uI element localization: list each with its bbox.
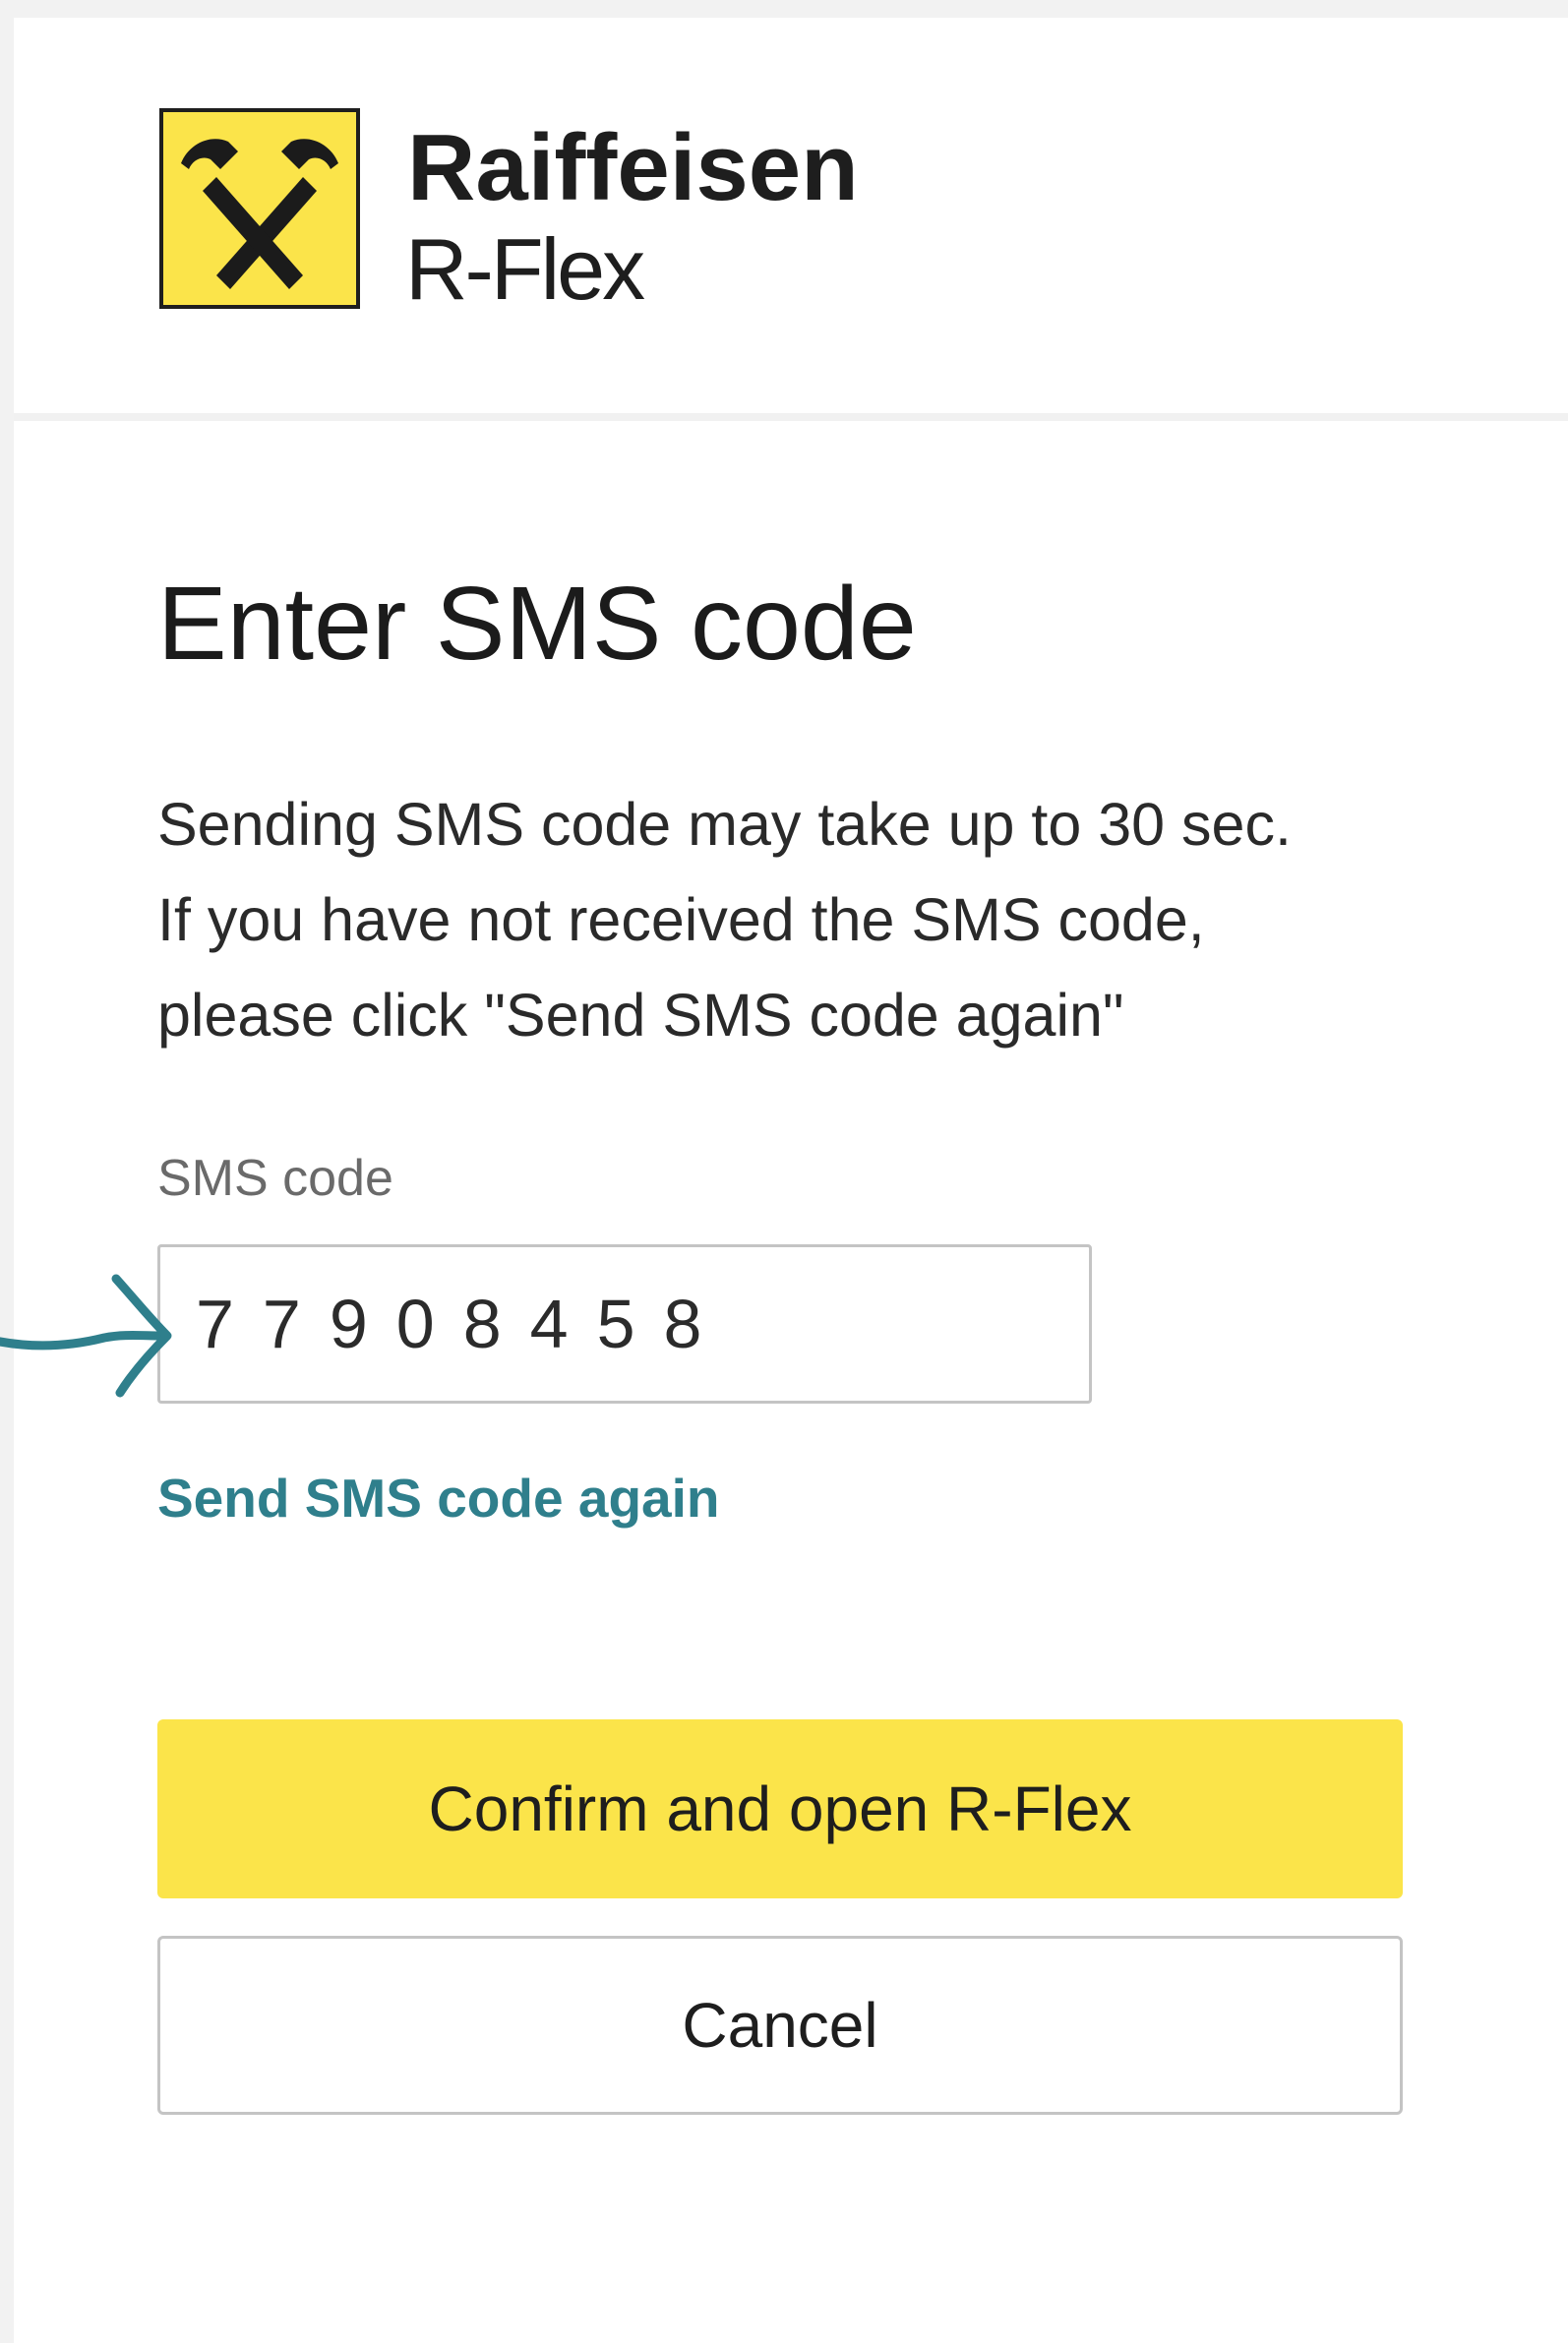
info-line: If you have not received the SMS code, (157, 886, 1205, 953)
login-card: Raiffeisen R-Flex Enter SMS code Sending… (14, 18, 1568, 2343)
cancel-button[interactable]: Cancel (157, 1936, 1403, 2115)
brand-name: Raiffeisen (407, 115, 859, 220)
info-line: Sending SMS code may take up to 30 sec. (157, 791, 1292, 858)
page-title: Enter SMS code (157, 566, 917, 682)
info-line: please click "Send SMS code again" (157, 982, 1124, 1049)
product-name: R-Flex (405, 220, 645, 318)
confirm-button[interactable]: Confirm and open R-Flex (157, 1719, 1403, 1898)
app-header: Raiffeisen R-Flex (14, 18, 1568, 421)
raiffeisen-logo-icon (159, 108, 360, 309)
sms-code-label: SMS code (157, 1150, 393, 1207)
pointer-arrow-icon (0, 1269, 183, 1407)
send-sms-again-link[interactable]: Send SMS code again (157, 1464, 720, 1532)
sms-info-text: Sending SMS code may take up to 30 sec. … (157, 777, 1456, 1063)
sms-code-input[interactable] (157, 1244, 1092, 1404)
